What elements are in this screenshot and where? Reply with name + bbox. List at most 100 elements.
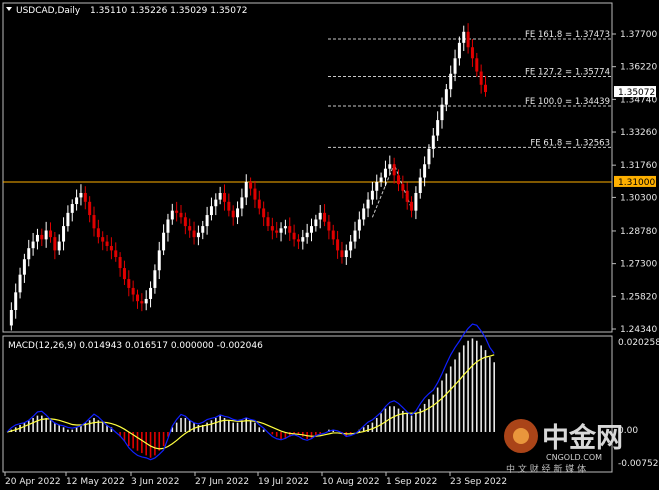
candle-body — [175, 210, 179, 213]
price-axis-label: 1.27300 — [620, 260, 657, 270]
candle-body — [223, 192, 226, 202]
candle-body — [462, 31, 466, 43]
candle-body — [305, 232, 309, 238]
candle-body — [122, 268, 126, 280]
candle-body — [457, 42, 461, 59]
candle-body — [449, 73, 453, 90]
candle-body — [166, 219, 170, 233]
candle-body — [149, 287, 153, 299]
candle-body — [405, 190, 409, 202]
candle-body — [331, 230, 335, 240]
candle-body — [92, 215, 96, 229]
candle-body — [192, 230, 196, 238]
candle-body — [9, 310, 13, 326]
price-axis-label: 1.37700 — [620, 30, 657, 40]
candle-body — [410, 201, 414, 211]
price-axis-label: 1.25820 — [620, 292, 657, 302]
current-price-tag: 1.35072 — [614, 86, 656, 98]
candle-body — [388, 164, 392, 169]
macd-axis-bottom: -0.007521 — [618, 459, 659, 469]
candle-body — [179, 212, 183, 218]
time-label: 3 Jun 2022 — [131, 477, 179, 487]
candle-body — [401, 184, 405, 191]
candle-body — [444, 89, 448, 105]
candle-body — [336, 239, 340, 251]
candle-body — [114, 250, 118, 258]
candle-body — [170, 210, 174, 220]
candle-body — [162, 232, 166, 251]
candle-body — [101, 237, 105, 242]
candle-body — [183, 217, 187, 227]
candle-body — [201, 226, 205, 233]
candle-body — [466, 31, 470, 48]
candle-body — [249, 181, 253, 189]
watermark-logo-inner-icon — [513, 428, 529, 444]
price-axis-label: 1.30300 — [620, 193, 657, 203]
candle-body — [427, 148, 431, 165]
candle-body — [75, 197, 79, 205]
time-axis: 20 Apr 2022 12 May 2022 3 Jun 2022 27 Ju… — [4, 472, 507, 487]
hline-price-tag-text: 1.31000 — [618, 178, 655, 188]
candle-body — [296, 239, 300, 242]
candle-body — [270, 226, 274, 231]
candle-body — [27, 248, 31, 260]
price-axis-label: 1.31760 — [620, 161, 657, 171]
fib-level-label: FE 127.2 = 1.35774 — [525, 68, 610, 78]
candle-body — [253, 188, 257, 200]
candle-body — [301, 237, 305, 242]
macd-axis-top: 0.020258 — [618, 338, 659, 348]
ohlc-values: 1.35110 1.35226 1.35029 1.35072 — [90, 6, 247, 16]
candle-body — [31, 241, 35, 249]
candle-body — [14, 292, 18, 311]
candle-body — [262, 208, 266, 218]
candle-body — [88, 201, 92, 216]
candle-body — [397, 175, 400, 185]
price-axis-label: 1.28780 — [620, 227, 657, 237]
candle-body — [196, 232, 200, 238]
candle-body — [205, 215, 209, 227]
candle-body — [66, 212, 70, 227]
dropdown-triangle-icon[interactable] — [6, 7, 12, 11]
candle-body — [153, 270, 157, 288]
candle-body — [327, 221, 331, 231]
watermark-text: 中金网 — [542, 422, 623, 454]
candle-body — [35, 234, 39, 242]
fib-level-label: FE 100.0 = 1.34439 — [525, 97, 610, 107]
chart-canvas[interactable]: 中金网 CNGOLD.COM 中 文 财 经 新 媒 体 FE 161.8 = … — [0, 0, 659, 490]
candle-body — [292, 232, 296, 240]
candle-body — [157, 250, 161, 271]
candle-body — [44, 230, 48, 240]
candle-body — [144, 298, 148, 304]
candle-body — [379, 177, 383, 182]
candle-body — [370, 190, 374, 200]
candle-body — [40, 234, 44, 240]
candle-body — [323, 212, 327, 222]
candle-body — [188, 226, 192, 231]
candle-body — [310, 226, 313, 233]
candle-body — [392, 164, 396, 176]
fib-anchor-line[interactable] — [371, 162, 413, 218]
candle-body — [18, 274, 22, 293]
candle-body — [431, 135, 435, 149]
candle-body — [423, 164, 427, 178]
candle-body — [436, 120, 440, 136]
candle-body — [231, 210, 235, 218]
candle-body — [244, 181, 248, 198]
fibonacci-expansion[interactable]: FE 161.8 = 1.37473 FE 127.2 = 1.35774 FE 1… — [328, 30, 612, 218]
candle-body — [140, 301, 144, 304]
candle-body — [340, 250, 344, 258]
candle-body — [79, 192, 83, 198]
candle-body — [57, 241, 61, 251]
candle-body — [366, 199, 370, 209]
candle-body — [362, 208, 366, 220]
candle-body — [109, 245, 113, 251]
candle-body — [357, 219, 361, 231]
candle-body — [453, 58, 457, 74]
price-axis-label: 1.24340 — [620, 325, 657, 335]
hline-price-tag: 1.31000 — [614, 175, 656, 188]
candle-body — [484, 84, 487, 93]
candle-body — [414, 192, 418, 211]
candle-body — [344, 250, 348, 258]
candle-body — [383, 168, 387, 178]
candle-body — [353, 230, 357, 242]
